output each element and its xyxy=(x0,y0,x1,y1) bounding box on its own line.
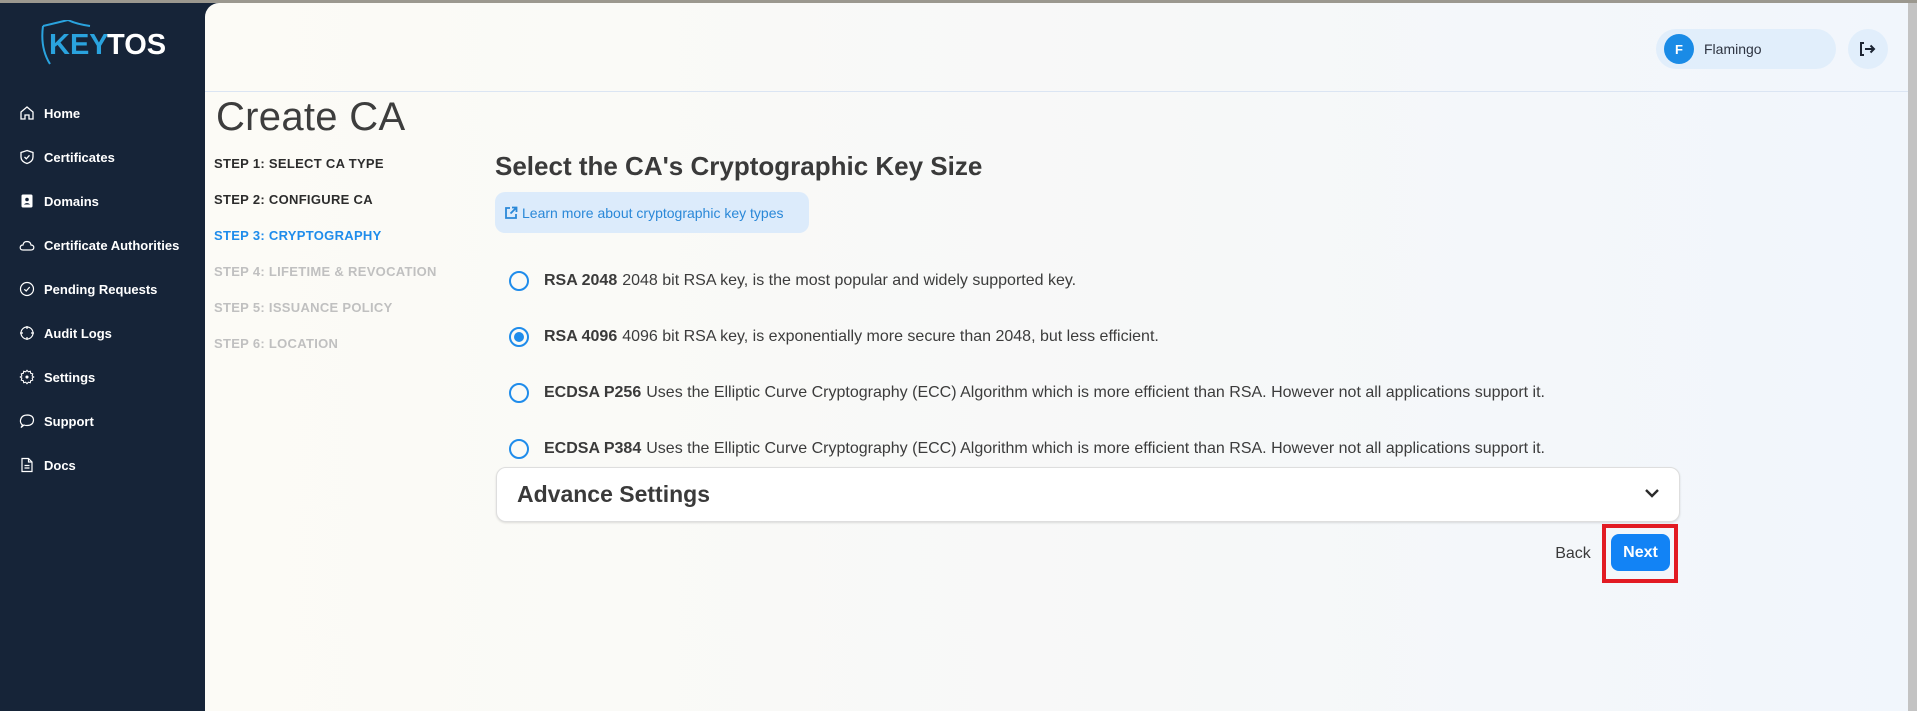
sidebar-nav: Home Certificates Domains Certificate Au… xyxy=(0,91,205,487)
sidebar-item-label: Support xyxy=(44,413,94,429)
check-circle-icon xyxy=(19,281,35,297)
svg-text:TOS: TOS xyxy=(107,29,166,61)
next-button[interactable]: Next xyxy=(1611,534,1670,571)
sidebar-item-label: Pending Requests xyxy=(44,281,158,297)
sidebar-item-label: Certificate Authorities xyxy=(44,237,180,253)
sidebar: KEY TOS Home Certificates Domains Certif… xyxy=(0,3,205,711)
main-content: F Flamingo Create CA STEP 1: SELECT CA T… xyxy=(205,3,1908,711)
step-4-lifetime-revocation: STEP 4: LIFETIME & REVOCATION xyxy=(214,264,437,279)
sidebar-item-home[interactable]: Home xyxy=(0,91,205,135)
external-link-icon xyxy=(505,206,518,219)
document-icon xyxy=(19,457,35,473)
sidebar-item-label: Domains xyxy=(44,193,99,209)
step-1-select-ca-type[interactable]: STEP 1: SELECT CA TYPE xyxy=(214,155,437,191)
option-name: RSA 4096 xyxy=(544,328,618,345)
home-icon xyxy=(19,105,35,121)
radio-ecdsa-p256[interactable] xyxy=(509,383,529,403)
chevron-down-icon[interactable] xyxy=(1643,484,1661,502)
option-description: Uses the Elliptic Curve Cryptography (EC… xyxy=(646,384,1545,401)
option-name: ECDSA P384 xyxy=(544,440,642,457)
chat-bubble-icon xyxy=(19,413,35,429)
radio-rsa-4096[interactable] xyxy=(509,327,529,347)
key-size-options: RSA 2048 2048 bit RSA key, is the most p… xyxy=(509,253,1545,477)
option-description: 2048 bit RSA key, is the most popular an… xyxy=(622,272,1077,289)
sidebar-item-domains[interactable]: Domains xyxy=(0,179,205,223)
sidebar-item-label: Settings xyxy=(44,369,96,385)
cloud-icon xyxy=(19,237,35,253)
step-2-configure-ca[interactable]: STEP 2: CONFIGURE CA xyxy=(214,191,437,227)
sidebar-item-settings[interactable]: Settings xyxy=(0,355,205,399)
user-menu-button[interactable]: F Flamingo xyxy=(1656,29,1836,69)
avatar: F xyxy=(1664,34,1694,64)
advance-settings-accordion[interactable]: Advance Settings xyxy=(496,467,1680,522)
option-name: ECDSA P256 xyxy=(544,384,642,401)
shield-check-icon xyxy=(19,149,35,165)
logout-button[interactable] xyxy=(1848,29,1888,69)
step-3-cryptography[interactable]: STEP 3: CRYPTOGRAPHY xyxy=(214,227,437,263)
user-name: Flamingo xyxy=(1704,41,1762,57)
gear-icon xyxy=(19,369,35,385)
radio-rsa-2048[interactable] xyxy=(509,271,529,291)
learn-more-link[interactable]: Learn more about cryptographic key types xyxy=(495,192,809,233)
sidebar-item-support[interactable]: Support xyxy=(0,399,205,443)
sidebar-item-label: Home xyxy=(44,105,81,121)
svg-text:KEY: KEY xyxy=(49,29,109,61)
sidebar-item-audit-logs[interactable]: Audit Logs xyxy=(0,311,205,355)
sidebar-item-label: Certificates xyxy=(44,149,115,165)
option-name: RSA 2048 xyxy=(544,272,618,289)
radio-ecdsa-p384[interactable] xyxy=(509,439,529,459)
top-header: F Flamingo xyxy=(205,3,1908,92)
keytos-logo[interactable]: KEY TOS xyxy=(40,20,180,70)
page-title: Create CA xyxy=(216,95,406,139)
learn-more-label: Learn more about cryptographic key types xyxy=(522,204,784,221)
sidebar-item-label: Audit Logs xyxy=(44,325,112,341)
option-rsa-2048[interactable]: RSA 2048 2048 bit RSA key, is the most p… xyxy=(509,253,1545,309)
option-description: Uses the Elliptic Curve Cryptography (EC… xyxy=(646,440,1545,457)
window-scrollbar[interactable] xyxy=(1908,3,1917,711)
back-button[interactable]: Back xyxy=(1545,534,1601,574)
sidebar-item-certificates[interactable]: Certificates xyxy=(0,135,205,179)
sidebar-item-certificate-authorities[interactable]: Certificate Authorities xyxy=(0,223,205,267)
sidebar-item-pending-requests[interactable]: Pending Requests xyxy=(0,267,205,311)
option-rsa-4096[interactable]: RSA 4096 4096 bit RSA key, is exponentia… xyxy=(509,309,1545,365)
crosshair-icon xyxy=(19,325,35,341)
contact-book-icon xyxy=(19,193,35,209)
step-6-location: STEP 6: LOCATION xyxy=(214,336,339,351)
option-description: 4096 bit RSA key, is exponentially more … xyxy=(622,328,1159,345)
option-ecdsa-p256[interactable]: ECDSA P256 Uses the Elliptic Curve Crypt… xyxy=(509,365,1545,421)
sidebar-item-label: Docs xyxy=(44,457,76,473)
wizard-steps: STEP 1: SELECT CA TYPE STEP 2: CONFIGURE… xyxy=(214,155,437,371)
logout-icon xyxy=(1860,42,1876,56)
shield-logo-icon: KEY TOS xyxy=(41,20,166,65)
section-title: Select the CA's Cryptographic Key Size xyxy=(495,151,983,181)
sidebar-item-docs[interactable]: Docs xyxy=(0,443,205,487)
step-5-issuance-policy: STEP 5: ISSUANCE POLICY xyxy=(214,300,393,315)
advance-settings-title: Advance Settings xyxy=(517,481,710,507)
